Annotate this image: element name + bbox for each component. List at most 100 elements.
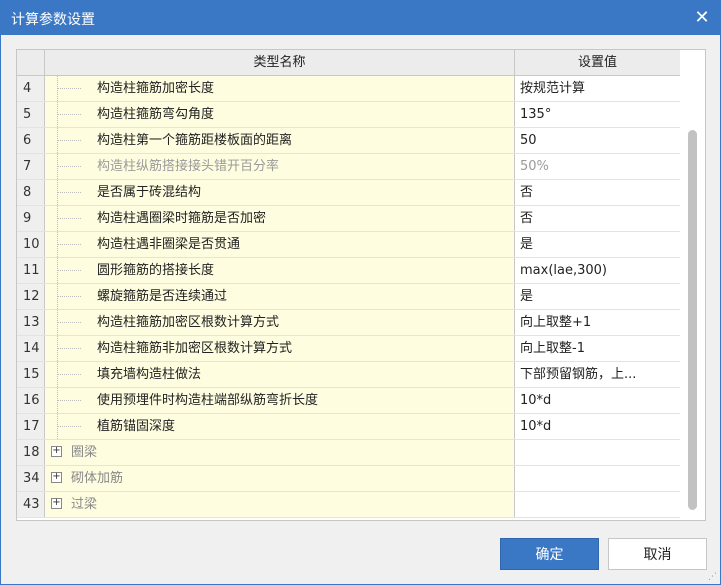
table-row[interactable]: 14 构造柱箍筋非加密区根数计算方式 向上取整-1 [17,336,680,362]
group-row[interactable]: 18 + 圈梁 [17,440,680,466]
table-row[interactable]: 7 构造柱纵筋搭接接头错开百分率 50% [17,154,680,180]
table-row[interactable]: 5 构造柱箍筋弯勾角度 135° [17,102,680,128]
ok-button[interactable]: 确定 [500,538,599,570]
row-number: 12 [17,284,45,309]
row-number: 13 [17,310,45,335]
group-name-cell[interactable]: + 圈梁 [45,440,515,465]
table-row[interactable]: 12 螺旋箍筋是否连续通过 是 [17,284,680,310]
header-type-name[interactable]: 类型名称 [45,50,515,75]
setting-value-cell[interactable]: 否 [515,206,680,231]
type-name-cell: 构造柱纵筋搭接接头错开百分率 [45,154,515,179]
setting-value-cell[interactable]: 否 [515,180,680,205]
dialog-title: 计算参数设置 [11,12,95,28]
type-name-cell: 构造柱箍筋加密长度 [45,76,515,101]
group-name-text: 过梁 [71,497,98,512]
tree-branch [57,426,81,427]
table-row[interactable]: 15 填充墙构造柱做法 下部预留钢筋，上... [17,362,680,388]
table-row[interactable]: 9 构造柱遇圈梁时箍筋是否加密 否 [17,206,680,232]
header-row-number [17,50,45,75]
setting-value-cell[interactable]: 10*d [515,414,680,439]
setting-value-cell [515,492,680,517]
setting-value-cell[interactable]: 向上取整-1 [515,336,680,361]
expand-plus-icon[interactable]: + [51,446,62,457]
table-row[interactable]: 8 是否属于砖混结构 否 [17,180,680,206]
setting-value-cell[interactable]: 下部预留钢筋，上... [515,362,680,387]
setting-value-cell[interactable]: 是 [515,284,680,309]
type-name-cell: 构造柱箍筋加密区根数计算方式 [45,310,515,335]
type-name-cell: 植筋锚固深度 [45,414,515,439]
tree-branch [57,400,81,401]
type-name-cell: 填充墙构造柱做法 [45,362,515,387]
setting-value-cell[interactable]: 是 [515,232,680,257]
type-name-text: 构造柱箍筋非加密区根数计算方式 [97,341,293,356]
type-name-cell: 构造柱遇圈梁时箍筋是否加密 [45,206,515,231]
row-number: 4 [17,76,45,101]
group-row[interactable]: 43 + 过梁 [17,492,680,518]
type-name-cell: 构造柱遇非圈梁是否贯通 [45,232,515,257]
type-name-text: 构造柱箍筋加密长度 [97,81,215,96]
type-name-cell: 构造柱箍筋弯勾角度 [45,102,515,127]
row-number: 7 [17,154,45,179]
row-number: 34 [17,466,45,491]
type-name-text: 构造柱第一个箍筋距楼板面的距离 [97,133,293,148]
type-name-text: 构造柱纵筋搭接接头错开百分率 [97,159,280,174]
title-bar[interactable]: 计算参数设置 ✕ [1,1,720,35]
row-number: 18 [17,440,45,465]
expand-plus-icon[interactable]: + [51,472,62,483]
vertical-scrollbar[interactable] [681,50,705,520]
setting-value-cell[interactable]: 10*d [515,388,680,413]
row-number: 16 [17,388,45,413]
group-name-text: 圈梁 [71,445,98,460]
header-setting-value[interactable]: 设置值 [515,50,680,75]
type-name-text: 使用预埋件时构造柱端部纵筋弯折长度 [97,393,319,408]
group-name-cell[interactable]: + 砌体加筋 [45,466,515,491]
cancel-button[interactable]: 取消 [608,538,707,570]
row-number: 9 [17,206,45,231]
setting-value-cell[interactable]: 50% [515,154,680,179]
table-row[interactable]: 11 圆形箍筋的搭接长度 max(lae,300) [17,258,680,284]
tree-branch [57,192,81,193]
tree-branch [57,244,81,245]
setting-value-cell[interactable]: 135° [515,102,680,127]
type-name-text: 构造柱遇圈梁时箍筋是否加密 [97,211,267,226]
table-row[interactable]: 10 构造柱遇非圈梁是否贯通 是 [17,232,680,258]
group-name-cell[interactable]: + 过梁 [45,492,515,517]
table-row[interactable]: 16 使用预埋件时构造柱端部纵筋弯折长度 10*d [17,388,680,414]
table-row[interactable]: 6 构造柱第一个箍筋距楼板面的距离 50 [17,128,680,154]
tree-branch [57,322,81,323]
params-dialog: 计算参数设置 ✕ 类型名称 设置值 4 构造柱箍筋加密长度 按规范计算 5 构造柱箍筋弯… [0,0,721,585]
type-name-text: 螺旋箍筋是否连续通过 [97,289,228,304]
type-name-text: 填充墙构造柱做法 [97,367,202,382]
type-name-text: 圆形箍筋的搭接长度 [97,263,215,278]
tree-branch [57,348,81,349]
type-name-cell: 是否属于砖混结构 [45,180,515,205]
scrollbar-thumb[interactable] [688,130,697,510]
settings-grid: 类型名称 设置值 4 构造柱箍筋加密长度 按规范计算 5 构造柱箍筋弯勾角度 135° 6 构… [16,49,706,521]
close-icon[interactable]: ✕ [690,6,714,30]
row-number: 6 [17,128,45,153]
type-name-text: 构造柱箍筋弯勾角度 [97,107,215,122]
row-number: 11 [17,258,45,283]
setting-value-cell[interactable]: 50 [515,128,680,153]
tree-branch [57,114,81,115]
type-name-cell: 螺旋箍筋是否连续通过 [45,284,515,309]
row-number: 5 [17,102,45,127]
type-name-text: 构造柱箍筋加密区根数计算方式 [97,315,280,330]
row-number: 15 [17,362,45,387]
table-row[interactable]: 17 植筋锚固深度 10*d [17,414,680,440]
type-name-cell: 圆形箍筋的搭接长度 [45,258,515,283]
setting-value-cell [515,440,680,465]
tree-branch [57,218,81,219]
table-row[interactable]: 13 构造柱箍筋加密区根数计算方式 向上取整+1 [17,310,680,336]
table-row[interactable]: 4 构造柱箍筋加密长度 按规范计算 [17,76,680,102]
type-name-text: 构造柱遇非圈梁是否贯通 [97,237,241,252]
resize-grip-icon[interactable]: ⋰ [708,572,718,582]
setting-value-cell[interactable]: 向上取整+1 [515,310,680,335]
grid-rows: 4 构造柱箍筋加密长度 按规范计算 5 构造柱箍筋弯勾角度 135° 6 构造柱第一个箍筋距楼… [17,76,680,518]
row-number: 8 [17,180,45,205]
tree-branch [57,88,81,89]
setting-value-cell[interactable]: 按规范计算 [515,76,680,101]
setting-value-cell[interactable]: max(lae,300) [515,258,680,283]
group-row[interactable]: 34 + 砌体加筋 [17,466,680,492]
expand-plus-icon[interactable]: + [51,498,62,509]
